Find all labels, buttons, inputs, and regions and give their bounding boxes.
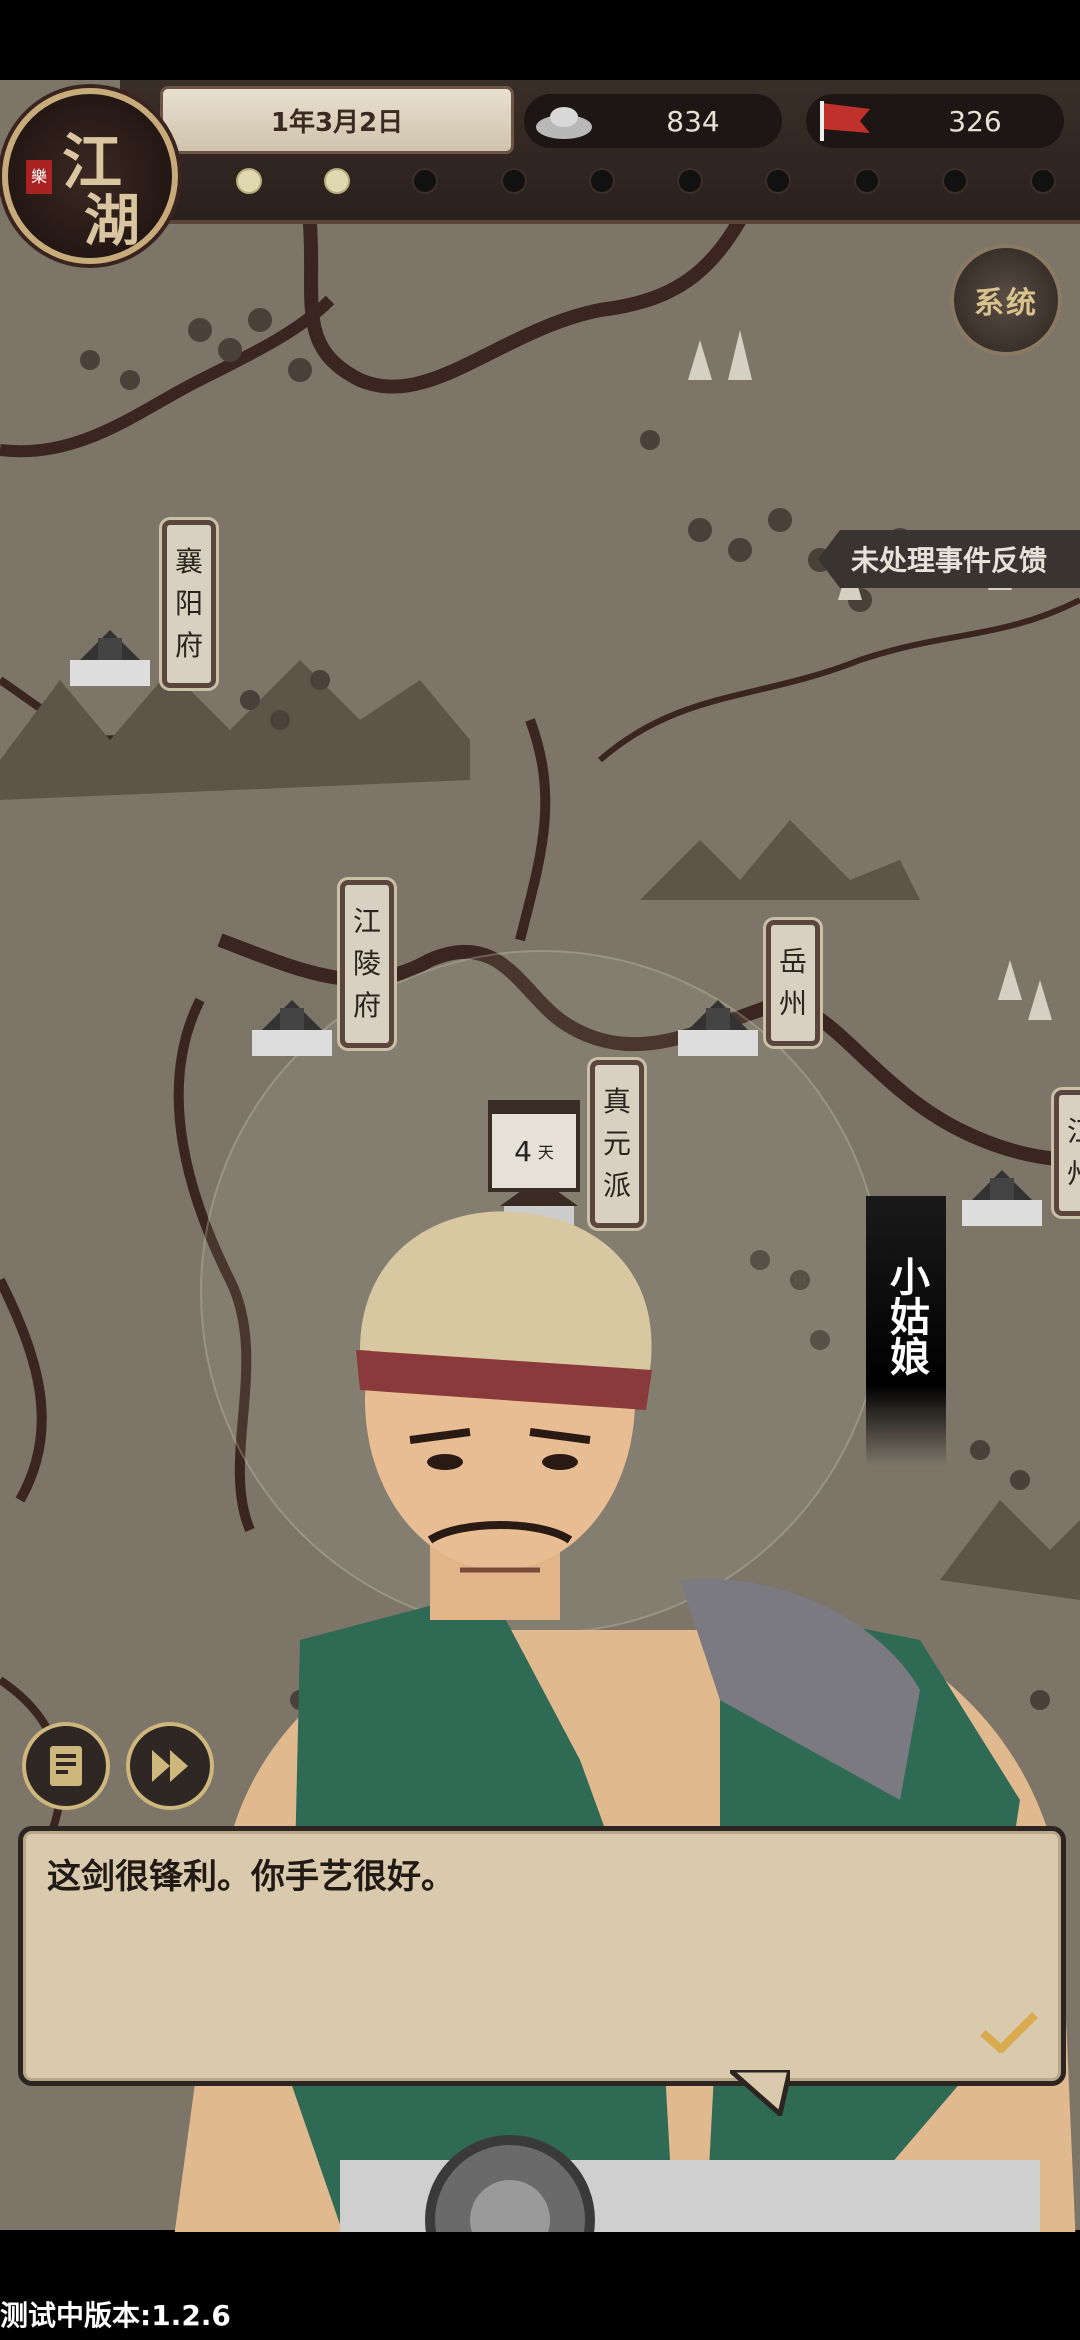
game-logo-button[interactable]: 樂 江 湖 [2,88,178,264]
fast-forward-button[interactable] [126,1722,214,1810]
document-icon [50,1746,82,1786]
silver-value: 834 [666,104,720,138]
travel-days-unit: 天 [537,1143,554,1162]
city-icon[interactable] [668,990,768,1060]
logo-seal: 樂 [26,160,52,194]
log-button[interactable] [22,1722,110,1810]
progress-dot [853,168,880,194]
progress-dot [500,168,527,194]
progress-dot [236,168,262,194]
city-icon[interactable] [60,620,160,690]
system-button[interactable]: 系统 [950,244,1062,356]
banner-flag-icon [806,94,886,148]
progress-dot [1029,168,1056,194]
silver-ingot-icon [524,94,604,148]
unhandled-events-button[interactable]: 未处理事件反馈 [818,530,1080,588]
location-yuezhou[interactable]: 岳州 [766,920,820,1046]
progress-dot [765,168,792,194]
dialog-tail [730,2070,790,2116]
speaker-name: 小姑娘 [883,1256,929,1376]
city-icon[interactable] [242,990,342,1060]
game-date: 1年3月2日 [160,86,514,154]
reputation-counter: 326 [806,94,1064,148]
progress-dot [941,168,968,194]
silver-counter: 834 [524,94,782,148]
speaker-name-tag: 小姑娘 [866,1196,946,1466]
dialog-text: 这剑很锋利。你手艺很好。 [47,1857,455,1897]
progress-dot [677,168,704,194]
reputation-value: 326 [948,104,1002,138]
logo-char-2: 湖 [84,188,140,254]
dialog-box[interactable]: 这剑很锋利。你手艺很好。 [18,1826,1066,2086]
location-xiangyang[interactable]: 襄阳府 [162,520,216,688]
confirm-check-icon[interactable] [979,2009,1039,2053]
progress-dot [588,168,615,194]
progress-dot [412,168,439,194]
location-jiangzhou[interactable]: 江州 [1054,1090,1080,1216]
travel-days-badge: 4 天 [488,1100,580,1192]
fast-forward-icon [152,1750,188,1782]
location-jiangling[interactable]: 江陵府 [340,880,394,1048]
travel-days-value: 4 [514,1134,532,1168]
progress-dot [324,168,351,194]
day-progress-dots [236,168,1056,198]
version-label: 测试中版本:1.2.6 [0,2299,231,2332]
